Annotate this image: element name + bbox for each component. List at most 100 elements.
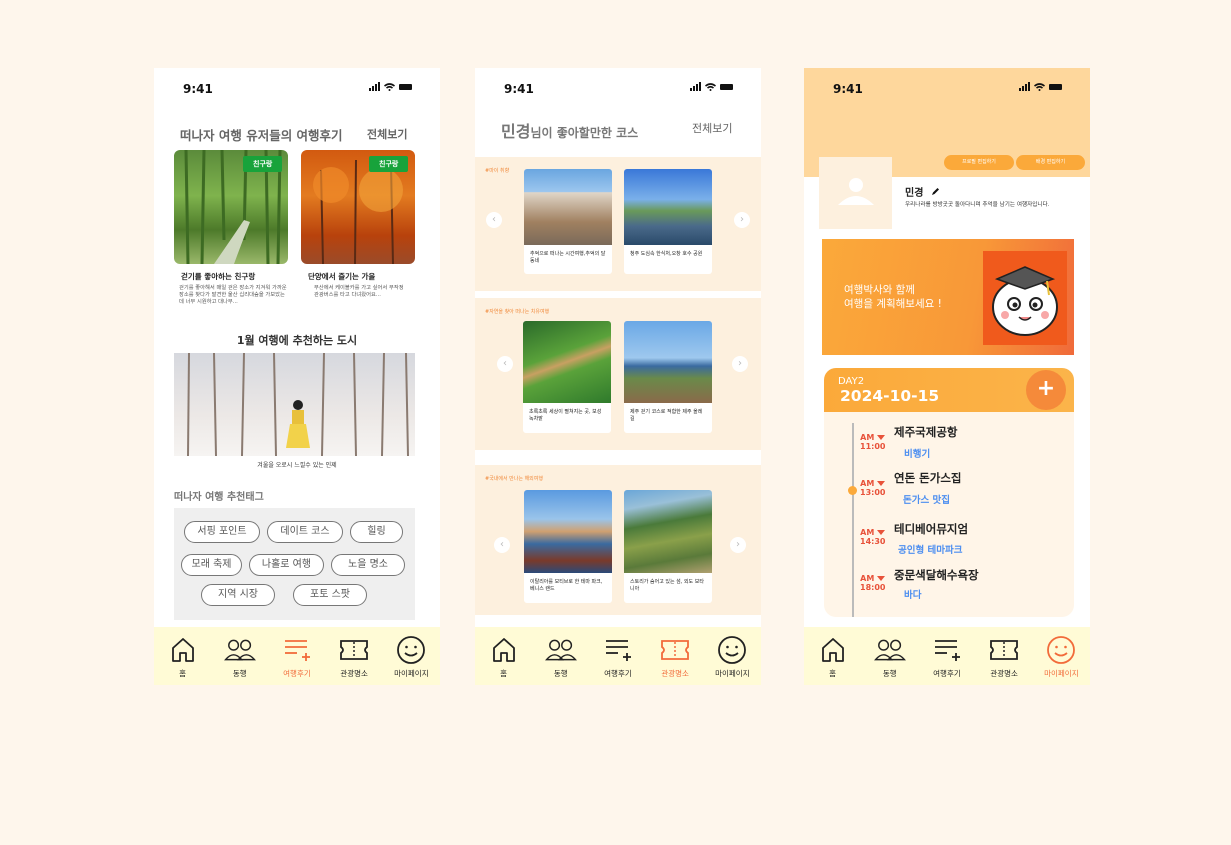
tab-home[interactable]: 홈	[157, 635, 209, 679]
tag-chip[interactable]: 지역 시장	[201, 584, 275, 606]
tab-reviews[interactable]: 여행후기	[592, 635, 644, 679]
tab-reviews[interactable]: 여행후기	[271, 635, 323, 679]
tag-chip[interactable]: 포토 스팟	[293, 584, 367, 606]
status-bar: 9:41	[475, 68, 761, 108]
tab-reviews[interactable]: 여행후기	[921, 635, 973, 679]
next-arrow[interactable]: ›	[734, 212, 750, 228]
see-all-link[interactable]: 전체보기	[367, 126, 407, 142]
profile-name: 민경	[905, 184, 940, 199]
course-photo	[624, 490, 712, 573]
prev-arrow[interactable]: ‹	[497, 356, 513, 372]
tab-bar: 홈 동행 여행후기 관광명소 마이페이지	[154, 627, 440, 685]
tag-chip[interactable]: 서핑 포인트	[184, 521, 260, 543]
schedule-day: DAY2	[838, 376, 865, 387]
battery-icon	[720, 83, 733, 90]
tab-companion[interactable]: 동행	[864, 635, 916, 679]
next-arrow[interactable]: ›	[730, 537, 746, 553]
place-name[interactable]: 연돈 돈가스집	[894, 470, 961, 486]
tag-chip[interactable]: 나홀로 여행	[249, 554, 324, 576]
section-label: #자연을 찾아 떠나는 치유여행	[485, 309, 550, 315]
profile-name-text: 민경	[905, 188, 924, 199]
tab-companion[interactable]: 동행	[214, 635, 266, 679]
review-title: 단양에서 즐기는 가을	[308, 272, 376, 281]
tags-title: 떠나자 여행 추천태그	[174, 492, 264, 503]
course-card[interactable]: 스토리가 숨어고 있는 섬, 외도 보타니아	[624, 490, 712, 603]
tag-chip[interactable]: 데이트 코스	[267, 521, 343, 543]
tag-container: 서핑 포인트 데이트 코스 힐링 모래 축제 나홀로 여행 노을 명소 지역 시…	[174, 508, 415, 620]
place-name[interactable]: 중문색달해수욕장	[894, 567, 979, 583]
status-bar: 9:41	[154, 68, 440, 108]
tab-mypage[interactable]: 마이페이지	[706, 635, 758, 679]
page-title: 민경님이 좋아할만한 코스	[501, 118, 638, 142]
tag-chip[interactable]: 모래 축제	[181, 554, 242, 576]
section-label: #국내에서 만나는 해외여행	[485, 476, 543, 482]
ticket-icon	[990, 640, 1019, 660]
tab-home[interactable]: 홈	[478, 635, 530, 679]
place-category: 돈가스 맛집	[903, 495, 951, 506]
people-icon	[873, 639, 906, 661]
status-time: 9:41	[833, 82, 863, 96]
course-caption: 제주 걷기 코스로 적합한 제주 올레길	[630, 409, 703, 422]
pencil-icon[interactable]	[931, 187, 940, 196]
prev-arrow[interactable]: ‹	[494, 537, 510, 553]
course-caption: 스토리가 숨어고 있는 섬, 외도 보타니아	[630, 579, 704, 592]
wifi-icon	[1034, 82, 1045, 91]
tab-companion[interactable]: 동행	[535, 635, 587, 679]
snow-forest-illustration	[187, 353, 409, 456]
place-name[interactable]: 테디베어뮤지엄	[894, 521, 968, 537]
home-icon	[821, 638, 844, 662]
tag-chip[interactable]: 노을 명소	[331, 554, 405, 576]
place-category: 공인형 테마파크	[898, 545, 963, 556]
course-card[interactable]: 추억으로 떠나는 시간여행,추억의 달동네	[524, 169, 612, 274]
course-card[interactable]: 청주 도심속 한식처,오창 호수 공원	[624, 169, 712, 274]
course-photo	[624, 169, 712, 245]
schedule-date: 2024-10-15	[840, 387, 940, 405]
course-section: #자연을 찾아 떠나는 치유여행 ‹ 초록초록 세상이 펼쳐지는 곳, 보성 녹…	[475, 298, 761, 450]
review-title: 걷기를 좋아하는 친구랑	[181, 272, 256, 281]
review-badge: 친구랑	[369, 156, 409, 172]
course-section: #국내에서 만나는 해외여행 ‹ 이탈리아를 모티브로 한 테마 파크,베니스 …	[475, 465, 761, 615]
status-time: 9:41	[183, 82, 213, 96]
place-name[interactable]: 제주국제공항	[894, 424, 957, 440]
battery-icon	[1049, 83, 1062, 90]
course-card[interactable]: 이탈리아를 모티브로 한 테마 파크,베니스 랜드	[524, 490, 612, 603]
course-caption: 초록초록 세상이 펼쳐지는 곳, 보성 녹차밭	[529, 409, 602, 422]
section-label: #마이 취향	[485, 168, 510, 174]
avatar[interactable]	[819, 157, 892, 229]
next-arrow[interactable]: ›	[732, 356, 748, 372]
travel-banner[interactable]: 여행박사와 함께 여행을 계획해보세요 !	[822, 239, 1074, 355]
course-section: #마이 취향 ‹ 추억으로 떠나는 시간여행,추억의 달동네 청주 도심속 한식…	[475, 157, 761, 291]
edit-profile-button[interactable]: 프로필 편집하기	[944, 155, 1014, 170]
tab-home[interactable]: 홈	[807, 635, 859, 679]
city-title: 1월 여행에 추천하는 도시	[236, 334, 358, 347]
user-name: 민경	[501, 122, 531, 141]
edit-background-button[interactable]: 배경 편집하기	[1016, 155, 1085, 170]
tab-mypage[interactable]: 마이페이지	[385, 635, 437, 679]
course-photo	[523, 321, 611, 403]
section-title: 떠나자 여행 유저들의 여행후기	[180, 128, 343, 143]
see-all-link[interactable]: 전체보기	[692, 120, 732, 136]
home-icon	[171, 638, 194, 662]
course-caption: 청주 도심속 한식처,오창 호수 공원	[630, 251, 703, 257]
tab-attractions[interactable]: 관광명소	[328, 635, 380, 679]
add-schedule-button[interactable]: +	[1026, 370, 1066, 410]
tag-chip[interactable]: 힐링	[350, 521, 403, 543]
course-caption: 이탈리아를 모티브로 한 테마 파크,베니스 랜드	[530, 579, 603, 592]
time-slot: AM 11:00	[860, 433, 886, 451]
course-card[interactable]: 제주 걷기 코스로 적합한 제주 올레길	[624, 321, 712, 433]
profile-bio: 우리나라를 방방곳곳 돌아다니며 추억을 남기는 여행자입니다.	[905, 202, 1050, 208]
ticket-icon	[661, 640, 690, 660]
course-caption: 추억으로 떠나는 시간여행,추억의 달동네	[530, 251, 606, 264]
status-bar: 9:41	[804, 68, 1090, 108]
city-image-inje[interactable]	[174, 353, 415, 456]
tab-attractions[interactable]: 관광명소	[978, 635, 1030, 679]
course-card[interactable]: 초록초록 세상이 펼쳐지는 곳, 보성 녹차밭	[523, 321, 611, 433]
review-screen: 9:41 떠나자 여행 유저들의 여행후기 전체보기 친구랑 친구랑 걷기를 좋…	[154, 68, 440, 685]
mascot-graduate-icon	[992, 266, 1058, 336]
banner-line1: 여행박사와 함께	[844, 284, 915, 296]
tab-mypage[interactable]: 마이페이지	[1035, 635, 1087, 679]
course-photo	[524, 169, 612, 245]
place-category: 바다	[904, 590, 922, 601]
prev-arrow[interactable]: ‹	[486, 212, 502, 228]
tab-attractions[interactable]: 관광명소	[649, 635, 701, 679]
